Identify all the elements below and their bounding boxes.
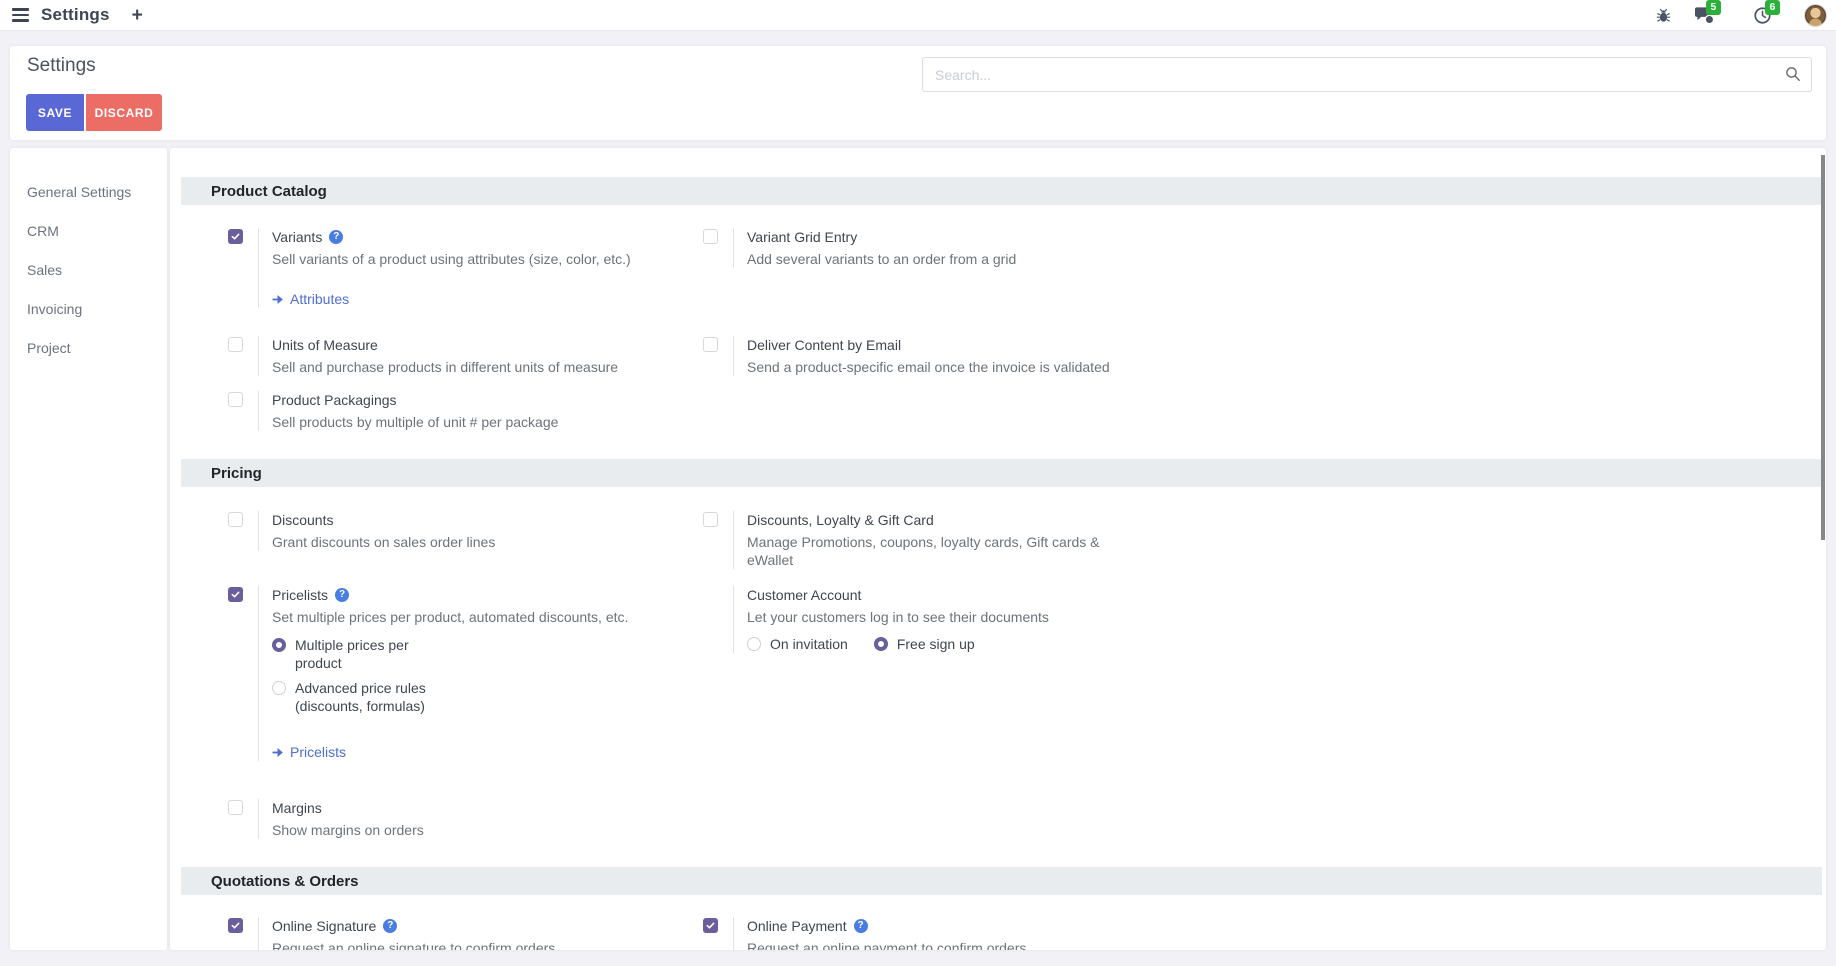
section-header-product-catalog: Product Catalog — [181, 177, 1822, 205]
setting-discounts-loyalty-gift-card: Discounts, Loyalty & Gift Card Manage Pr… — [703, 511, 1178, 569]
setting-desc: Set multiple prices per product, automat… — [272, 608, 628, 626]
settings-header-card: Settings SAVE DISCARD — [10, 46, 1826, 140]
search-input[interactable] — [922, 57, 1812, 92]
setting-title: Deliver Content by Email — [747, 336, 901, 354]
help-icon[interactable]: ? — [854, 919, 868, 933]
pricelists-link[interactable]: Pricelists — [272, 743, 346, 761]
setting-title: Variants — [272, 228, 322, 246]
vertical-scrollbar-thumb[interactable] — [1821, 155, 1825, 540]
setting-title: Variant Grid Entry — [747, 228, 857, 246]
messages-icon[interactable]: 5 — [1694, 6, 1715, 25]
help-icon[interactable]: ? — [383, 919, 397, 933]
settings-main-panel: Product Catalog Variants ? Sell variants… — [170, 148, 1826, 950]
help-icon[interactable]: ? — [329, 230, 343, 244]
radio-multiple-prices[interactable]: Multiple prices per product — [272, 636, 628, 672]
setting-desc: Sell and purchase products in different … — [272, 358, 618, 376]
setting-title: Product Packagings — [272, 391, 397, 409]
activities-count-badge: 6 — [1765, 0, 1780, 15]
variant-grid-entry-checkbox[interactable] — [703, 229, 718, 244]
setting-pricelists: Pricelists ? Set multiple prices per pro… — [228, 586, 703, 761]
help-icon[interactable]: ? — [335, 588, 349, 602]
setting-variant-grid-entry: Variant Grid Entry Add several variants … — [703, 228, 1178, 268]
settings-sidebar: General Settings CRM Sales Invoicing Pro… — [10, 148, 167, 950]
top-navbar: Settings + 5 6 — [0, 0, 1836, 31]
plus-tab-button[interactable]: + — [132, 6, 143, 25]
discard-button[interactable]: DISCARD — [86, 94, 162, 131]
setting-title: Discounts — [272, 511, 333, 529]
radio-free-sign-up[interactable]: Free sign up — [874, 635, 975, 653]
sidebar-item-sales[interactable]: Sales — [10, 250, 167, 289]
radio-unselected-icon[interactable] — [747, 637, 761, 651]
setting-desc: Let your customers log in to see their d… — [747, 608, 1049, 626]
setting-title: Online Signature — [272, 917, 376, 935]
setting-desc: Sell variants of a product using attribu… — [272, 250, 631, 268]
setting-units-of-measure: Units of Measure Sell and purchase produ… — [228, 336, 703, 376]
online-signature-checkbox[interactable] — [228, 918, 243, 933]
hamburger-menu-icon[interactable] — [10, 5, 31, 25]
setting-online-payment: Online Payment ? Request an online payme… — [703, 917, 1178, 950]
setting-desc: Show margins on orders — [272, 821, 424, 839]
app-title: Settings — [41, 5, 110, 25]
units-of-measure-checkbox[interactable] — [228, 337, 243, 352]
sidebar-item-general-settings[interactable]: General Settings — [10, 172, 167, 211]
radio-selected-icon[interactable] — [272, 638, 286, 652]
setting-desc: Request an online payment to confirm ord… — [747, 939, 1026, 950]
activities-clock-icon[interactable]: 6 — [1753, 6, 1772, 25]
page-title: Settings — [27, 55, 96, 77]
section-header-pricing: Pricing — [181, 459, 1822, 487]
sidebar-item-crm[interactable]: CRM — [10, 211, 167, 250]
variants-checkbox[interactable] — [228, 229, 243, 244]
setting-title: Online Payment — [747, 917, 847, 935]
discounts-checkbox[interactable] — [228, 512, 243, 527]
margins-checkbox[interactable] — [228, 800, 243, 815]
radio-on-invitation[interactable]: On invitation — [747, 635, 848, 653]
setting-margins: Margins Show margins on orders — [228, 799, 703, 839]
setting-title: Margins — [272, 799, 322, 817]
loyalty-checkbox[interactable] — [703, 512, 718, 527]
setting-desc: Sell products by multiple of unit # per … — [272, 413, 558, 431]
messages-count-badge: 5 — [1706, 0, 1721, 15]
setting-title: Pricelists — [272, 586, 328, 604]
radio-unselected-icon[interactable] — [272, 681, 286, 695]
setting-desc: Manage Promotions, coupons, loyalty card… — [747, 533, 1125, 569]
save-button[interactable]: SAVE — [26, 94, 84, 131]
setting-desc: Grant discounts on sales order lines — [272, 533, 495, 551]
radio-selected-icon[interactable] — [874, 637, 888, 651]
online-payment-checkbox[interactable] — [703, 918, 718, 933]
section-header-quotations-orders: Quotations & Orders — [181, 867, 1822, 895]
attributes-link[interactable]: Attributes — [272, 290, 349, 308]
setting-desc: Send a product-specific email once the i… — [747, 358, 1110, 376]
product-packagings-checkbox[interactable] — [228, 392, 243, 407]
arrow-right-icon — [272, 294, 284, 305]
setting-desc: Add several variants to an order from a … — [747, 250, 1016, 268]
arrow-right-icon — [272, 747, 284, 758]
radio-advanced-price-rules[interactable]: Advanced price rules (discounts, formula… — [272, 679, 628, 715]
setting-title: Units of Measure — [272, 336, 378, 354]
setting-customer-account: Customer Account Let your customers log … — [703, 586, 1178, 653]
setting-title: Discounts, Loyalty & Gift Card — [747, 511, 934, 529]
setting-discounts: Discounts Grant discounts on sales order… — [228, 511, 703, 551]
user-avatar[interactable] — [1804, 4, 1827, 27]
setting-product-packagings: Product Packagings Sell products by mult… — [228, 391, 703, 431]
setting-desc: Request an online signature to confirm o… — [272, 939, 555, 950]
bug-icon[interactable] — [1655, 7, 1672, 24]
setting-variants: Variants ? Sell variants of a product us… — [228, 228, 703, 308]
setting-online-signature: Online Signature ? Request an online sig… — [228, 917, 703, 950]
deliver-content-by-email-checkbox[interactable] — [703, 337, 718, 352]
setting-deliver-content-by-email: Deliver Content by Email Send a product-… — [703, 336, 1178, 376]
search-icon[interactable] — [1785, 66, 1801, 87]
sidebar-item-project[interactable]: Project — [10, 328, 167, 367]
setting-title: Customer Account — [747, 586, 861, 604]
sidebar-item-invoicing[interactable]: Invoicing — [10, 289, 167, 328]
pricelists-checkbox[interactable] — [228, 587, 243, 602]
